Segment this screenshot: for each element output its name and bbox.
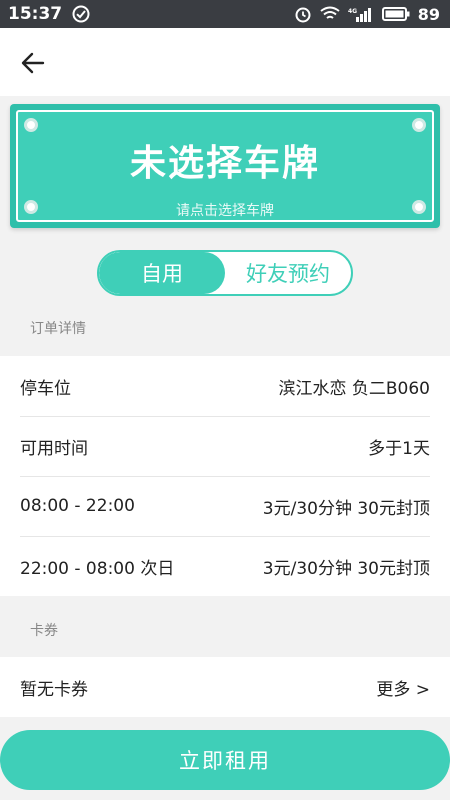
row-value: 多于1天 — [368, 438, 430, 459]
row-label: 22:00 - 08:00 次日 — [20, 558, 175, 579]
coupon-label: 暂无卡券 — [20, 679, 88, 700]
svg-text:4G: 4G — [348, 8, 357, 15]
nav-bar — [0, 28, 450, 96]
plate-area: 未选择车牌 请点击选择车牌 — [0, 96, 450, 242]
plate-frame: 未选择车牌 请点击选择车牌 — [16, 110, 434, 222]
row-label: 停车位 — [20, 378, 71, 399]
arrow-left-icon — [21, 52, 45, 74]
coupon-row[interactable]: 暂无卡券 更多 > — [0, 657, 450, 717]
section-label-order: 订单详情 — [30, 321, 86, 337]
tab-self-use[interactable]: 自用 — [99, 252, 225, 294]
order-details-list: 停车位 滨江水恋 负二B060 可用时间 多于1天 08:00 - 22:00 … — [0, 356, 450, 596]
status-time: 15:37 — [8, 4, 63, 24]
usage-segment: 自用 好友预约 — [97, 250, 353, 296]
section-label-coupon: 卡券 — [30, 623, 58, 639]
list-item: 08:00 - 22:00 3元/30分钟 30元封顶 — [0, 476, 450, 536]
battery-icon — [381, 7, 410, 21]
status-left: 15:37 — [8, 4, 90, 24]
list-item: 可用时间 多于1天 — [0, 416, 450, 476]
row-value: 3元/30分钟 30元封顶 — [262, 498, 430, 519]
plate-title: 未选择车牌 — [129, 143, 320, 184]
status-right: 4G 89 — [294, 5, 440, 24]
coupon-list: 暂无卡券 更多 > — [0, 657, 450, 717]
rent-now-button[interactable]: 立即租用 — [0, 730, 450, 790]
back-button[interactable] — [18, 48, 48, 78]
row-label: 可用时间 — [20, 438, 88, 459]
plate-selector[interactable]: 未选择车牌 请点击选择车牌 — [10, 104, 440, 228]
battery-level: 89 — [417, 4, 440, 24]
signal-4g-icon: 4G — [348, 8, 371, 22]
bolt-icon — [412, 118, 426, 132]
row-value: 3元/30分钟 30元封顶 — [262, 558, 430, 579]
bolt-icon — [24, 118, 38, 132]
list-item: 22:00 - 08:00 次日 3元/30分钟 30元封顶 — [0, 536, 450, 596]
tab-friend-booking[interactable]: 好友预约 — [225, 252, 351, 294]
row-label: 08:00 - 22:00 — [20, 496, 135, 516]
wifi-icon — [320, 6, 340, 19]
more-coupons-link[interactable]: 更多 > — [376, 675, 430, 700]
check-circle-icon — [72, 5, 90, 23]
row-value: 滨江水恋 负二B060 — [278, 378, 430, 399]
status-bar: 15:37 4G 89 — [0, 0, 450, 28]
alarm-icon — [295, 7, 311, 23]
plate-hint: 请点击选择车牌 — [176, 203, 274, 219]
list-item: 停车位 滨江水恋 负二B060 — [0, 356, 450, 416]
